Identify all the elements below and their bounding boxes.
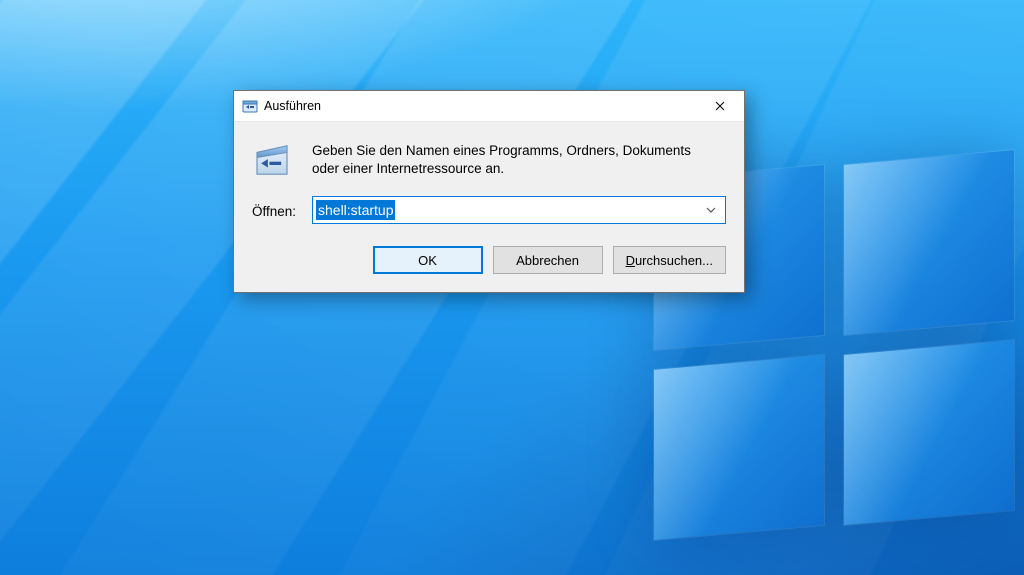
chevron-down-icon[interactable] bbox=[700, 196, 722, 224]
run-dialog: Ausführen bbox=[233, 90, 745, 293]
ok-button-label: OK bbox=[418, 253, 437, 268]
browse-button[interactable]: Durchsuchen... bbox=[613, 246, 726, 274]
browse-button-label: Durchsuchen... bbox=[626, 253, 713, 268]
run-dialog-icon bbox=[252, 140, 304, 178]
open-input[interactable] bbox=[312, 196, 726, 224]
dialog-button-row: OK Abbrechen Durchsuchen... bbox=[234, 228, 744, 292]
cancel-button-label: Abbrechen bbox=[516, 253, 579, 268]
dialog-description: Geben Sie den Namen eines Programms, Ord… bbox=[312, 140, 726, 178]
open-label: Öffnen: bbox=[252, 201, 304, 219]
close-button[interactable] bbox=[697, 91, 742, 121]
close-icon bbox=[715, 99, 725, 114]
desktop-wallpaper: Ausführen bbox=[0, 0, 1024, 575]
titlebar[interactable]: Ausführen bbox=[234, 91, 744, 122]
run-window-icon bbox=[242, 98, 258, 114]
open-combobox[interactable]: shell:startup bbox=[312, 196, 726, 224]
cancel-button[interactable]: Abbrechen bbox=[493, 246, 603, 274]
ok-button[interactable]: OK bbox=[373, 246, 483, 274]
window-title: Ausführen bbox=[258, 99, 697, 113]
